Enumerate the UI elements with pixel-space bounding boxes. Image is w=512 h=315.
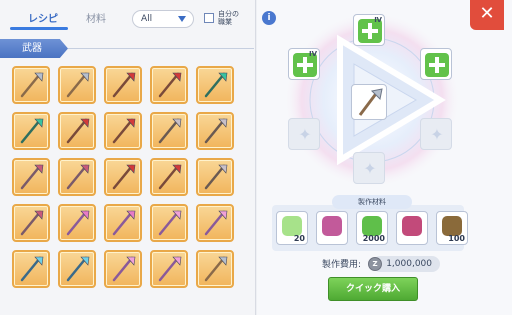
pink-staff-icon [204,210,228,236]
material-item[interactable] [316,211,348,245]
recipe-slot[interactable] [150,158,188,196]
green-slime-icon [362,216,382,236]
recipe-slot[interactable] [12,112,50,150]
blue-staff-icon [66,256,90,282]
tab-recipe[interactable]: レシピ [28,10,58,25]
craft-slot-right[interactable] [420,48,452,80]
recipe-slot[interactable] [196,158,234,196]
sword-icon [66,164,90,190]
recipe-slot[interactable] [12,158,50,196]
category-weapon[interactable]: 武器 [0,39,68,58]
star-placeholder-icon: ✦ [298,125,312,144]
spear-icon [112,118,136,144]
craft-slot-left[interactable]: IV [288,48,320,80]
plus-icon [425,53,449,77]
cost-label: 製作費用: [322,260,362,270]
staff-icon [66,72,90,98]
quick-buy-button[interactable]: クイック購入 [328,277,418,301]
pink-staff-icon [158,210,182,236]
pink-staff-icon [158,256,182,282]
spear-icon [158,72,182,98]
zeny-coin-icon: Z [368,257,382,271]
recipe-slot[interactable] [104,112,142,150]
weapon-grid [12,66,242,315]
staff-icon [204,256,228,282]
divider [68,48,254,49]
recipe-panel: レシピ 材料 All 自分の職業 武器 [0,0,256,315]
filter-selected-value: All [141,14,153,24]
material-item[interactable]: 100 [436,211,468,245]
craft-slot-empty-right: ✦ [420,118,452,150]
tab-bar: レシピ 材料 All 自分の職業 [0,0,256,36]
recipe-slot[interactable] [150,250,188,288]
recipe-slot[interactable] [150,204,188,242]
craft-result-slot[interactable] [351,84,387,120]
pink-staff-icon [112,256,136,282]
material-qty: 20 [293,234,305,243]
wood-log-icon [442,216,462,236]
material-item[interactable]: 2000 [356,211,388,245]
recipe-slot[interactable] [196,66,234,104]
blue-staff-icon [20,256,44,282]
recipe-slot[interactable] [58,204,96,242]
tab-material[interactable]: 材料 [86,10,106,25]
rainbow-stone-icon [282,216,302,236]
green-blade-icon [20,118,44,144]
sword-icon [20,164,44,190]
spear-icon [112,164,136,190]
staff-icon [20,72,44,98]
filter-dropdown[interactable]: All [132,10,194,28]
star-placeholder-icon: ✦ [430,125,444,144]
materials-label: 製作材料 [332,195,412,209]
craft-slot-empty-bottom: ✦ [353,152,385,184]
recipe-slot[interactable] [12,66,50,104]
cost-value: 1,000,000 [372,256,440,272]
spear-icon [112,72,136,98]
recipe-slot[interactable] [150,112,188,150]
pink-wand-icon [112,210,136,236]
recipe-slot[interactable] [58,112,96,150]
craft-slot-top[interactable]: Ⅳ [353,14,385,46]
slot-level: IV [308,50,317,58]
star-placeholder-icon: ✦ [363,159,377,178]
recipe-slot[interactable] [58,66,96,104]
skull-card-icon [402,216,422,236]
recipe-slot[interactable] [104,204,142,242]
recipe-slot[interactable] [58,158,96,196]
pike-icon [204,118,228,144]
material-qty: 2000 [362,234,385,243]
spear-icon [66,118,90,144]
recipe-slot[interactable] [58,250,96,288]
green-blade-icon [204,72,228,98]
craft-slot-empty-left: ✦ [288,118,320,150]
sword-icon [20,210,44,236]
recipe-slot[interactable] [196,250,234,288]
close-button[interactable]: ✕ [470,0,504,30]
recipe-slot[interactable] [12,250,50,288]
pike-icon [158,118,182,144]
slot-level: Ⅳ [374,16,382,24]
recipe-slot[interactable] [150,66,188,104]
material-qty: 100 [448,234,465,243]
recipe-slot[interactable] [196,204,234,242]
recipe-slot[interactable] [12,204,50,242]
material-item[interactable]: 20 [276,211,308,245]
own-job-label: 自分の職業 [218,10,239,26]
spear-icon [158,164,182,190]
recipe-slot[interactable] [104,66,142,104]
pike-icon [204,164,228,190]
pink-box-icon [322,216,342,236]
own-job-checkbox[interactable] [204,13,214,23]
axe-icon [358,88,383,116]
pink-wand-icon [66,210,90,236]
info-icon[interactable]: i [262,11,276,25]
material-item[interactable] [396,211,428,245]
recipe-slot[interactable] [196,112,234,150]
chevron-down-icon [178,16,186,22]
recipe-slot[interactable] [104,250,142,288]
tab-active-indicator [10,27,68,30]
recipe-slot[interactable] [104,158,142,196]
